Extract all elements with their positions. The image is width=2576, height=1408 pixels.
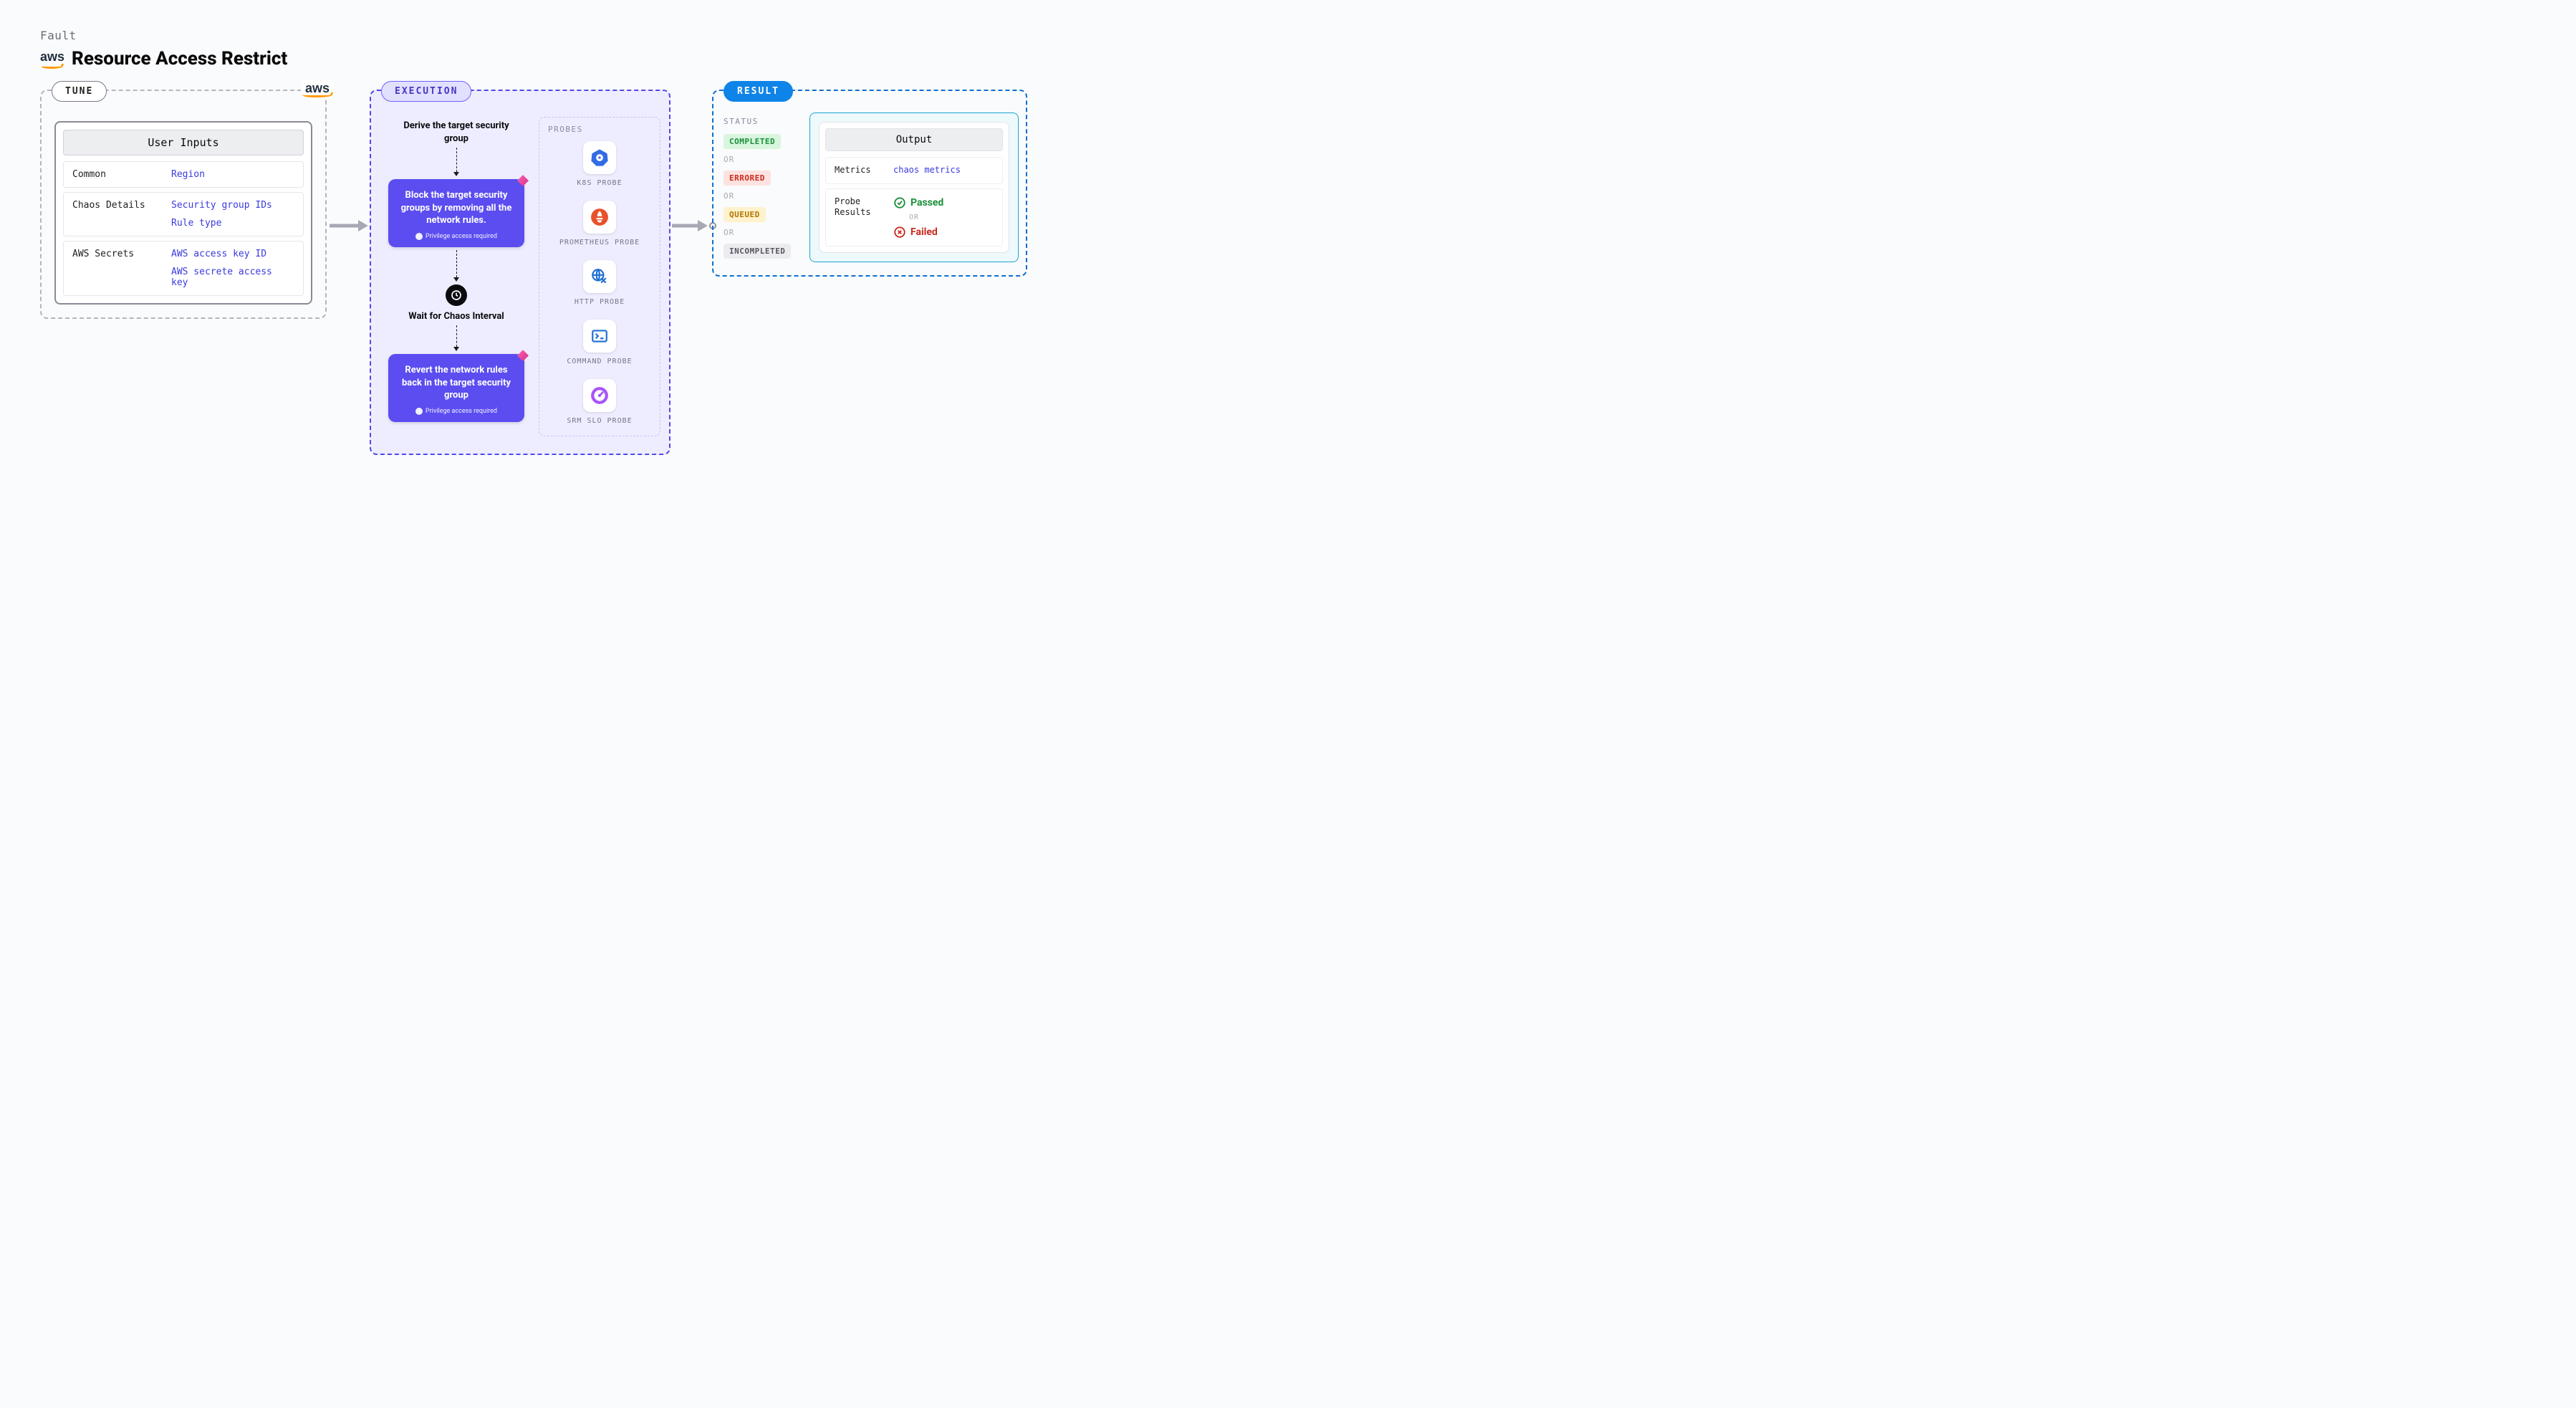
kubernetes-icon	[583, 141, 616, 174]
probe-srm-slo: SRM SLO PROBE	[545, 379, 654, 426]
execution-flow: Derive the target security group Block t…	[378, 112, 534, 441]
or-divider: OR	[724, 191, 802, 201]
output-header: Output	[825, 128, 1003, 151]
execution-panel: EXECUTION Derive the target security gro…	[370, 90, 671, 455]
probes-subpanel: PROBES K8S PROBE PROMETHEUS PROBE HTTP P…	[539, 117, 660, 436]
output-subpanel: Output Metrics chaos metrics Probe Resul…	[809, 112, 1019, 262]
input-value: Region	[171, 169, 205, 180]
chaos-badge-icon	[517, 350, 529, 361]
probe-prometheus: PROMETHEUS PROBE	[545, 201, 654, 247]
output-row-metrics: Metrics chaos metrics	[825, 157, 1003, 184]
breadcrumb: Fault	[40, 29, 2536, 42]
or-divider: OR	[909, 214, 943, 221]
probe-k8s: K8S PROBE	[545, 141, 654, 188]
output-key: Probe Results	[835, 196, 883, 239]
tune-label: TUNE	[52, 81, 107, 102]
chaos-badge-icon	[517, 175, 529, 186]
aws-corner-icon: aws	[301, 80, 334, 97]
or-divider: OR	[724, 228, 802, 237]
step-derive-target: Derive the target security group	[395, 120, 517, 145]
status-errored: ERRORED	[724, 171, 771, 186]
input-row-chaos-details: Chaos Details Security group IDs Rule ty…	[63, 192, 304, 236]
probe-label: COMMAND PROBE	[567, 357, 632, 366]
step-text: Revert the network rules back in the tar…	[400, 364, 513, 402]
probe-label: SRM SLO PROBE	[567, 416, 632, 426]
gauge-icon	[583, 379, 616, 412]
user-inputs-box: User Inputs Common Region Chaos Details …	[54, 121, 312, 305]
privilege-note: Privilege access required	[400, 408, 513, 415]
tune-panel: TUNE aws User Inputs Common Region Chaos…	[40, 90, 327, 319]
probe-http: HTTP PROBE	[545, 260, 654, 307]
step-text: Block the target security groups by remo…	[400, 189, 513, 227]
page-title: Resource Access Restrict	[72, 48, 287, 70]
check-circle-icon	[893, 196, 906, 209]
clock-icon	[446, 284, 467, 306]
input-value: Security group IDs	[171, 200, 272, 211]
input-value: Rule type	[171, 218, 272, 229]
status-column: STATUS COMPLETED OR ERRORED OR QUEUED OR…	[724, 112, 802, 262]
input-key: Chaos Details	[72, 200, 158, 229]
or-divider: OR	[724, 155, 802, 164]
input-row-aws-secrets: AWS Secrets AWS access key ID AWS secret…	[63, 241, 304, 296]
status-completed: COMPLETED	[724, 134, 781, 149]
aws-logo-icon: aws	[40, 49, 64, 69]
input-row-common: Common Region	[63, 161, 304, 188]
step-wait-interval: Wait for Chaos Interval	[408, 310, 504, 323]
privilege-note: Privilege access required	[400, 233, 513, 240]
flow-connector-icon	[453, 325, 459, 351]
result-panel: RESULT STATUS COMPLETED OR ERRORED OR QU…	[712, 90, 1027, 277]
prometheus-icon	[583, 201, 616, 234]
flow-connector-icon	[453, 250, 459, 282]
flow-connector-icon	[453, 148, 459, 176]
arrow-execution-to-result	[671, 219, 712, 233]
result-label: RESULT	[724, 81, 793, 102]
passed-label: Passed	[910, 197, 943, 209]
output-key: Metrics	[835, 165, 883, 176]
probe-command: COMMAND PROBE	[545, 320, 654, 366]
status-queued: QUEUED	[724, 207, 766, 222]
execution-label: EXECUTION	[381, 81, 471, 102]
pipeline-row: TUNE aws User Inputs Common Region Chaos…	[40, 90, 2536, 455]
status-incompleted: INCOMPLETED	[724, 244, 791, 259]
user-inputs-header: User Inputs	[63, 130, 304, 155]
arrow-tune-to-execution	[327, 219, 370, 233]
probe-label: K8S PROBE	[577, 178, 622, 188]
input-value: AWS secrete access key	[171, 267, 294, 288]
input-key: AWS Secrets	[72, 249, 158, 288]
output-box: Output Metrics chaos metrics Probe Resul…	[819, 122, 1009, 253]
terminal-icon	[583, 320, 616, 353]
probe-label: PROMETHEUS PROBE	[559, 238, 640, 247]
probe-result-failed: Failed	[893, 226, 943, 239]
chaos-metrics-link[interactable]: chaos metrics	[893, 165, 961, 175]
step-block-security-groups: Block the target security groups by remo…	[388, 179, 524, 247]
input-key: Common	[72, 169, 158, 180]
http-globe-icon	[583, 260, 616, 293]
probe-label: HTTP PROBE	[575, 297, 625, 307]
input-value: AWS access key ID	[171, 249, 294, 259]
x-circle-icon	[893, 226, 906, 239]
step-revert-rules: Revert the network rules back in the tar…	[388, 354, 524, 422]
failed-label: Failed	[910, 226, 938, 238]
probes-label: PROBES	[545, 125, 654, 134]
output-row-probe-results: Probe Results Passed OR Failed	[825, 188, 1003, 246]
probe-result-passed: Passed	[893, 196, 943, 209]
page-header: Fault aws Resource Access Restrict	[40, 29, 2536, 70]
status-header: STATUS	[724, 117, 802, 126]
